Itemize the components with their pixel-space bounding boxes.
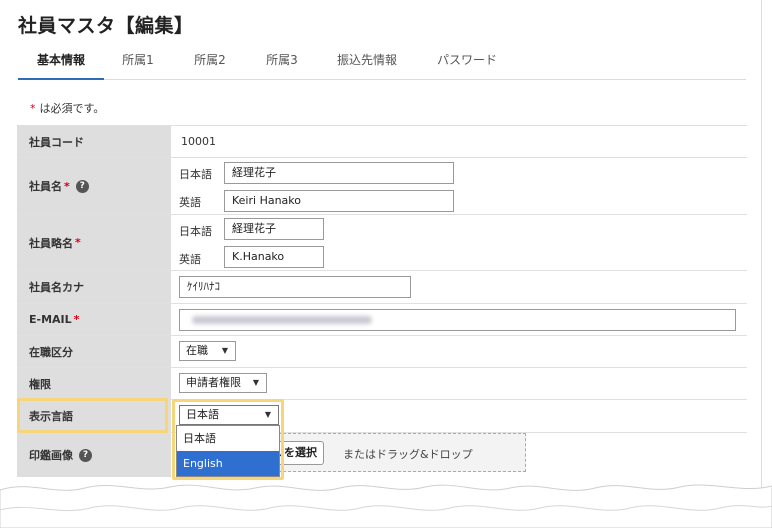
short-name-ja-input[interactable]: 経理花子 xyxy=(224,218,324,240)
tab-bank-info[interactable]: 振込先情報 xyxy=(322,46,412,80)
required-note: * は必須です。 xyxy=(30,100,104,116)
sub-label-ja: 日本語 xyxy=(179,168,212,181)
label-employee-kana: 社員名カナ xyxy=(17,271,171,303)
label-employee-name: 社員名 *? xyxy=(17,158,171,214)
help-icon[interactable]: ? xyxy=(79,448,92,462)
chevron-down-icon: ▼ xyxy=(221,346,228,355)
drop-hint: またはドラッグ&ドロップ xyxy=(343,448,473,461)
tab-affiliation-2[interactable]: 所属2 xyxy=(178,46,242,80)
label-highlight xyxy=(17,398,168,433)
row-employment-status: 在職区分 在職 ▼ xyxy=(17,335,747,367)
required-star: * xyxy=(30,102,36,115)
row-employee-code: 社員コード 10001 xyxy=(17,125,747,157)
tab-bar: 基本情報 所属1 所属2 所属3 振込先情報 パスワード xyxy=(18,46,746,80)
employee-code-value: 10001 xyxy=(181,135,216,148)
edit-panel: 社員マスタ【編集】 基本情報 所属1 所属2 所属3 振込先情報 パスワード *… xyxy=(0,0,762,528)
label-employment-status: 在職区分 xyxy=(17,336,171,367)
label-employee-code: 社員コード xyxy=(17,126,171,157)
sub-label-ja: 日本語 xyxy=(179,225,212,238)
row-employee-name: 社員名 *? 日本語 経理花子 英語 Keiri Hanako xyxy=(17,157,747,214)
torn-edge xyxy=(0,484,772,528)
tab-password[interactable]: パスワード xyxy=(422,46,512,80)
row-email: E-MAIL * xyxy=(17,303,747,335)
email-input[interactable] xyxy=(179,309,736,331)
label-authority: 権限 xyxy=(17,368,171,399)
authority-select[interactable]: 申請者権限 ▼ xyxy=(179,373,267,393)
blurred-email xyxy=(192,316,372,324)
sub-label-en: 英語 xyxy=(179,196,201,209)
label-email: E-MAIL * xyxy=(17,304,171,335)
employment-status-select[interactable]: 在職 ▼ xyxy=(179,341,236,361)
page-title: 社員マスタ【編集】 xyxy=(18,15,194,37)
employee-kana-input[interactable]: ｹｲﾘﾊﾅｺ xyxy=(179,276,411,298)
employee-name-en-input[interactable]: Keiri Hanako xyxy=(224,190,454,212)
help-icon[interactable]: ? xyxy=(75,179,89,193)
row-employee-kana: 社員名カナ ｹｲﾘﾊﾅｺ xyxy=(17,270,747,303)
language-option-ja[interactable]: 日本語 xyxy=(177,426,279,451)
tab-basic-info[interactable]: 基本情報 xyxy=(18,46,104,80)
employee-name-ja-input[interactable]: 経理花子 xyxy=(224,162,454,184)
chevron-down-icon: ▼ xyxy=(252,378,259,387)
row-authority: 権限 申請者権限 ▼ xyxy=(17,367,747,399)
tab-affiliation-1[interactable]: 所属1 xyxy=(106,46,170,80)
sub-label-en: 英語 xyxy=(179,253,201,266)
required-note-text: は必須です。 xyxy=(39,102,105,115)
label-employee-short-name: 社員略名 * xyxy=(17,215,171,270)
tab-affiliation-3[interactable]: 所属3 xyxy=(250,46,314,80)
row-employee-short-name: 社員略名 * 日本語 経理花子 英語 K.Hanako xyxy=(17,214,747,270)
short-name-en-input[interactable]: K.Hanako xyxy=(224,246,324,268)
